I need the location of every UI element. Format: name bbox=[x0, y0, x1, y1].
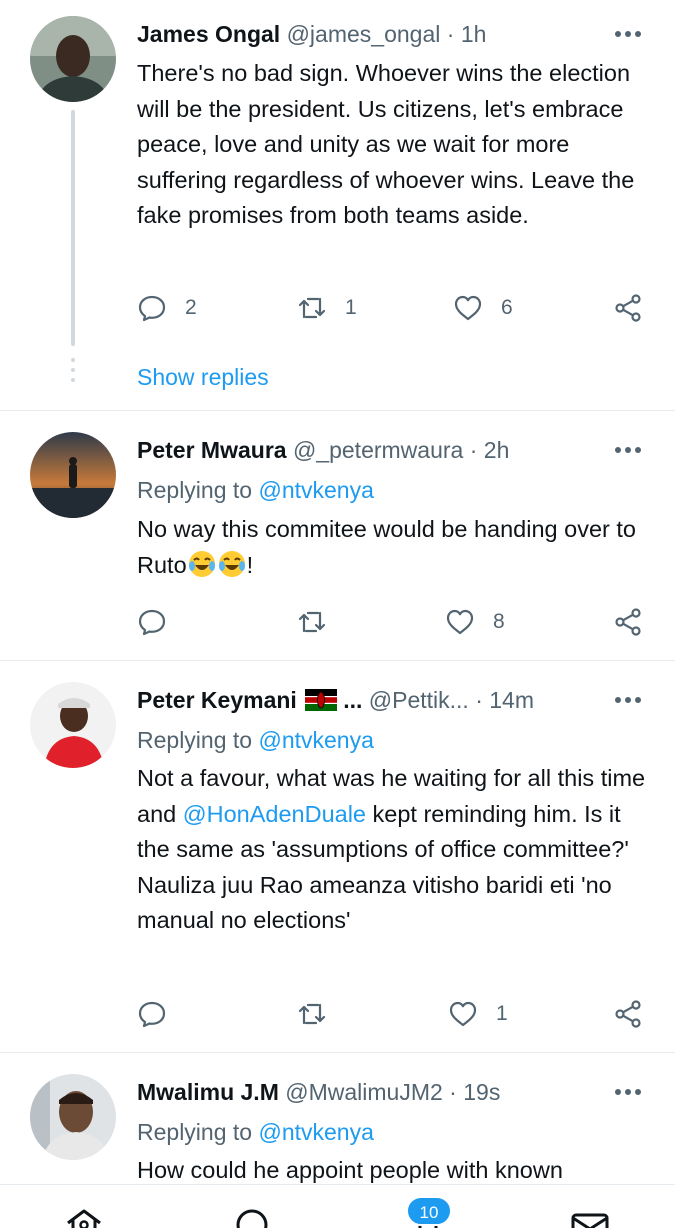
tweet-header: Peter Mwaura @_petermwaura · 2h bbox=[137, 435, 509, 465]
share-button[interactable] bbox=[613, 996, 643, 1032]
avatar[interactable] bbox=[30, 682, 116, 768]
timestamp[interactable]: 1h bbox=[461, 21, 487, 47]
user-name[interactable]: James Ongal bbox=[137, 21, 280, 47]
replying-to: Replying to @ntvkenya bbox=[137, 1117, 374, 1147]
heart-icon bbox=[446, 609, 474, 635]
like-button[interactable]: 6 bbox=[453, 290, 513, 326]
avatar[interactable] bbox=[30, 1074, 116, 1160]
replying-to-mention[interactable]: @ntvkenya bbox=[258, 477, 373, 503]
mail-icon[interactable] bbox=[568, 1207, 612, 1228]
tweet-actions: 1 bbox=[137, 996, 647, 1032]
home-icon[interactable] bbox=[62, 1207, 106, 1228]
tweet-text-suffix: ! bbox=[246, 551, 254, 578]
replying-to-label: Replying to bbox=[137, 1119, 259, 1145]
tweet-header: Peter Keymani ... @Pettik... · 14m bbox=[137, 685, 534, 715]
heart-icon bbox=[454, 295, 482, 321]
replying-to-label: Replying to bbox=[137, 727, 259, 753]
replying-to: Replying to @ntvkenya bbox=[137, 475, 374, 505]
like-count: 8 bbox=[493, 610, 505, 633]
user-name-ellipsis: ... bbox=[343, 687, 363, 713]
tweet-james-ongal[interactable]: James Ongal @james_ongal · 1h There's no… bbox=[0, 0, 675, 410]
retweet-button[interactable] bbox=[297, 996, 327, 1032]
replying-to-mention[interactable]: @ntvkenya bbox=[258, 1119, 373, 1145]
more-options-button[interactable] bbox=[600, 1077, 656, 1107]
user-handle[interactable]: @_petermwaura bbox=[293, 437, 463, 463]
share-icon bbox=[615, 1000, 641, 1028]
mention-link[interactable]: @HonAdenDuale bbox=[183, 801, 366, 827]
tweet-mwalimu-jm[interactable]: Mwalimu J.M @MwalimuJM2 · 19s Replying t… bbox=[0, 1053, 675, 1184]
tweet-header: James Ongal @james_ongal · 1h bbox=[137, 19, 486, 49]
laughing-crying-emoji-icon bbox=[218, 550, 245, 577]
user-handle[interactable]: @james_ongal bbox=[287, 21, 441, 47]
tweet-actions: 8 bbox=[137, 604, 647, 640]
user-handle[interactable]: @Pettik... bbox=[369, 687, 469, 713]
reply-bubble-icon bbox=[138, 295, 166, 322]
separator-dot: · bbox=[449, 1079, 457, 1105]
replying-to-mention[interactable]: @ntvkenya bbox=[258, 727, 373, 753]
reply-bubble-icon bbox=[138, 1001, 166, 1028]
share-icon bbox=[615, 608, 641, 636]
reply-button[interactable]: 2 bbox=[137, 290, 197, 326]
retweet-count: 1 bbox=[345, 296, 357, 319]
retweet-icon bbox=[298, 1003, 326, 1025]
retweet-icon bbox=[298, 611, 326, 633]
heart-icon bbox=[449, 1001, 477, 1027]
more-dots-icon bbox=[615, 31, 641, 37]
share-button[interactable] bbox=[613, 290, 643, 326]
like-button[interactable]: 8 bbox=[445, 604, 505, 640]
more-options-button[interactable] bbox=[600, 435, 656, 465]
timestamp[interactable]: 2h bbox=[484, 437, 510, 463]
more-dots-icon bbox=[615, 1089, 641, 1095]
more-options-button[interactable] bbox=[600, 19, 656, 49]
replying-to-label: Replying to bbox=[137, 477, 259, 503]
timestamp[interactable]: 19s bbox=[463, 1079, 500, 1105]
separator-dot: · bbox=[475, 687, 483, 713]
reply-button[interactable] bbox=[137, 604, 167, 640]
like-count: 1 bbox=[496, 1002, 508, 1025]
user-handle[interactable]: @MwalimuJM2 bbox=[285, 1079, 443, 1105]
share-icon bbox=[615, 294, 641, 322]
timestamp[interactable]: 14m bbox=[489, 687, 534, 713]
user-name[interactable]: Mwalimu J.M bbox=[137, 1079, 279, 1105]
thread-line bbox=[71, 110, 75, 346]
tweet-text: How could he appoint people with known bbox=[137, 1157, 563, 1183]
more-dots-icon bbox=[615, 447, 641, 453]
tweet-actions: 2 1 6 bbox=[137, 290, 647, 326]
reply-bubble-icon bbox=[138, 609, 166, 636]
thread-dots bbox=[71, 358, 75, 388]
more-options-button[interactable] bbox=[600, 685, 656, 715]
more-dots-icon bbox=[615, 697, 641, 703]
show-replies-link[interactable]: Show replies bbox=[137, 362, 269, 392]
tweet-peter-mwaura[interactable]: Peter Mwaura @_petermwaura · 2h Replying… bbox=[0, 411, 675, 660]
retweet-button[interactable]: 1 bbox=[297, 290, 357, 326]
tweet-peter-keymani[interactable]: Peter Keymani ... @Pettik... · 14m Reply… bbox=[0, 661, 675, 1052]
avatar[interactable] bbox=[30, 432, 116, 518]
like-button[interactable]: 1 bbox=[448, 996, 508, 1032]
replying-to: Replying to @ntvkenya bbox=[137, 725, 374, 755]
separator-dot: · bbox=[469, 437, 478, 463]
retweet-icon bbox=[298, 297, 326, 319]
tweet-text: Not a favour, what was he waiting for al… bbox=[137, 761, 647, 939]
retweet-button[interactable] bbox=[297, 604, 327, 640]
notifications-badge: 10 bbox=[406, 1196, 452, 1226]
laughing-crying-emoji-icon bbox=[188, 550, 215, 577]
separator-dot: · bbox=[446, 21, 455, 47]
tweet-text: There's no bad sign. Whoever wins the el… bbox=[137, 60, 635, 229]
avatar[interactable] bbox=[30, 16, 116, 102]
user-name[interactable]: Peter Keymani bbox=[137, 687, 297, 713]
tweet-header: Mwalimu J.M @MwalimuJM2 · 19s bbox=[137, 1077, 500, 1107]
tweet-text: No way this commitee would be handing ov… bbox=[137, 512, 647, 583]
kenya-flag-icon bbox=[304, 689, 337, 711]
share-button[interactable] bbox=[613, 604, 643, 640]
reply-button[interactable] bbox=[137, 996, 167, 1032]
reply-count: 2 bbox=[185, 296, 197, 319]
bottom-navigation bbox=[0, 1184, 675, 1228]
search-icon[interactable] bbox=[230, 1207, 274, 1228]
user-name[interactable]: Peter Mwaura bbox=[137, 437, 287, 463]
like-count: 6 bbox=[501, 296, 513, 319]
